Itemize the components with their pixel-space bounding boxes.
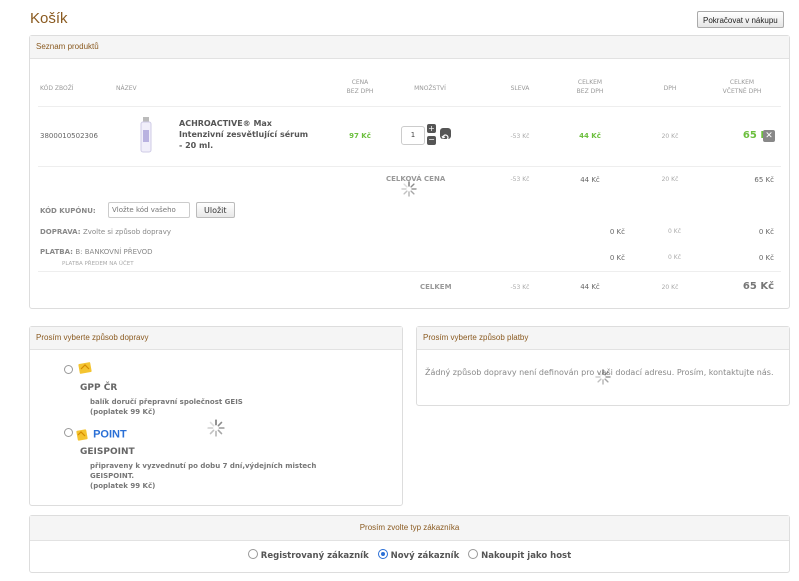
col-total-line1: CELKEM xyxy=(577,79,603,86)
coupon-input[interactable] xyxy=(108,202,190,218)
product-image[interactable] xyxy=(138,116,154,154)
product-price: 97 Kč xyxy=(349,132,371,140)
loading-spinner-icon xyxy=(207,419,225,437)
product-code: 3800010502306 xyxy=(40,132,98,140)
loading-spinner-icon xyxy=(595,369,611,385)
product-list-header: Seznam produktů xyxy=(30,36,789,59)
grand-total: 44 Kč xyxy=(580,283,600,291)
shipping-label: DOPRAVA: Zvolte si způsob dopravy xyxy=(40,228,171,236)
col-vat: DPH xyxy=(663,85,677,92)
product-list-panel: Seznam produktů KÓD ZBOŽÍ NÁZEV CENA BEZ… xyxy=(29,35,790,309)
col-total-vat-line1: CELKEM xyxy=(729,79,755,86)
remove-item-button[interactable]: ✕ xyxy=(763,130,775,142)
col-price-line2: BEZ DPH xyxy=(346,88,374,95)
grand-discount: -53 Kč xyxy=(510,284,530,291)
quantity-input[interactable]: 1 xyxy=(401,126,425,145)
subtotal-vat: 20 Kč xyxy=(661,176,679,183)
payment-value: B: BANKOVNÍ PŘEVOD xyxy=(75,248,153,256)
customer-registered-radio[interactable] xyxy=(247,549,258,559)
coupon-save-button[interactable]: Uložit xyxy=(196,202,235,218)
col-name: NÁZEV xyxy=(116,85,137,92)
payment-label: PLATBA: B: BANKOVNÍ PŘEVOD xyxy=(40,248,153,256)
shipping-option-gpp-desc: balík doručí přepravní společnost GEIS (… xyxy=(90,397,243,417)
shipping-total: 0 Kč xyxy=(609,228,625,236)
payment-method-header: Prosím vyberte způsob platby xyxy=(417,327,789,350)
loading-spinner-icon xyxy=(401,181,417,197)
col-code: KÓD ZBOŽÍ xyxy=(40,85,74,92)
subtotal-discount: -53 Kč xyxy=(510,176,530,183)
customer-registered-label[interactable]: Registrovaný zákazník xyxy=(261,551,369,561)
customer-type-options: Registrovaný zákazník Nový zákazník Nako… xyxy=(30,549,789,561)
shipping-method-panel: Prosím vyberte způsob dopravy GPP ČR bal… xyxy=(29,326,403,506)
qty-increase-button[interactable]: + xyxy=(427,124,436,133)
col-price-line1: CENA xyxy=(351,79,369,86)
shipping-option-geispoint-radio[interactable] xyxy=(64,428,73,437)
shipping-total-vat: 0 Kč xyxy=(758,228,774,236)
page-title: Košík xyxy=(30,10,68,27)
geispoint-logo-text: POINT xyxy=(93,428,127,441)
product-name[interactable]: ACHROACTIVE® Max Intenzivní zesvětlující… xyxy=(179,118,314,151)
col-total-vat: CELKEM VČETNĚ DPH xyxy=(710,78,774,96)
divider xyxy=(38,166,781,167)
subtotal-total-vat: 65 Kč xyxy=(754,176,774,184)
payment-total: 0 Kč xyxy=(609,254,625,262)
geispoint-logo: POINT xyxy=(76,424,127,441)
grand-total-vat: 65 Kč xyxy=(742,281,774,292)
product-vat: 20 Kč xyxy=(661,133,679,140)
qty-decrease-button[interactable]: − xyxy=(427,136,436,145)
customer-type-header: Prosím zvolte typ zákazníka xyxy=(30,516,789,541)
payment-vat: 0 Kč xyxy=(668,254,681,261)
grand-total-label: CELKEM xyxy=(420,283,452,291)
shipping-option-gpp-radio[interactable] xyxy=(64,365,73,374)
subtotal-total: 44 Kč xyxy=(580,176,600,184)
col-price: CENA BEZ DPH xyxy=(335,78,385,96)
col-total: CELKEM BEZ DPH xyxy=(565,78,615,96)
divider xyxy=(38,271,781,272)
customer-guest-label[interactable]: Nakoupit jako host xyxy=(481,551,571,561)
payment-method-panel: Prosím vyberte způsob platby Žádný způso… xyxy=(416,326,790,406)
refresh-icon[interactable] xyxy=(440,128,451,141)
geispoint-desc-line3: (poplatek 99 Kč) xyxy=(90,482,156,490)
col-qty: MNOŽSTVÍ xyxy=(414,85,446,92)
shipping-option-geispoint-name[interactable]: GEISPOINT xyxy=(80,447,135,457)
geispoint-desc-line2: GEISPOINT. xyxy=(90,472,135,480)
col-total-vat-line2: VČETNĚ DPH xyxy=(722,88,762,95)
shipping-option-geispoint-desc: připraveny k vyzvednutí po dobu 7 dní,vý… xyxy=(90,461,316,491)
payment-sub: PLATBA PŘEDEM NA ÚČET xyxy=(62,261,134,267)
col-total-line2: BEZ DPH xyxy=(576,88,604,95)
geispoint-desc-line1: připraveny k vyzvednutí po dobu 7 dní,vý… xyxy=(90,462,317,470)
customer-new-label[interactable]: Nový zákazník xyxy=(391,551,460,561)
customer-guest-radio[interactable] xyxy=(468,549,479,559)
shipping-vat: 0 Kč xyxy=(668,228,681,235)
payment-label-text: PLATBA: xyxy=(40,248,73,256)
product-discount: -53 Kč xyxy=(510,133,530,140)
shipping-option-gpp-name[interactable]: GPP ČR xyxy=(80,383,117,393)
payment-total-vat: 0 Kč xyxy=(758,254,774,262)
col-discount: SLEVA xyxy=(510,85,530,92)
grand-vat: 20 Kč xyxy=(661,284,679,291)
geispoint-logo-icon xyxy=(76,428,88,441)
gpp-desc-line2: (poplatek 99 Kč) xyxy=(90,408,156,416)
continue-shopping-button[interactable]: Pokračovat v nákupu xyxy=(697,11,784,28)
gpp-desc-line1: balík doručí přepravní společnost GEIS xyxy=(90,398,243,406)
product-total: 44 Kč xyxy=(579,132,601,140)
gpp-logo-icon xyxy=(78,360,94,374)
customer-type-panel: Prosím zvolte typ zákazníka Registrovaný… xyxy=(29,515,790,573)
divider xyxy=(38,106,781,107)
customer-new-radio[interactable] xyxy=(377,549,388,559)
shipping-label-text: DOPRAVA: xyxy=(40,228,81,236)
shipping-value: Zvolte si způsob dopravy xyxy=(82,228,171,236)
shipping-method-header: Prosím vyberte způsob dopravy xyxy=(30,327,402,350)
coupon-label: KÓD KUPÓNU: xyxy=(40,207,96,215)
